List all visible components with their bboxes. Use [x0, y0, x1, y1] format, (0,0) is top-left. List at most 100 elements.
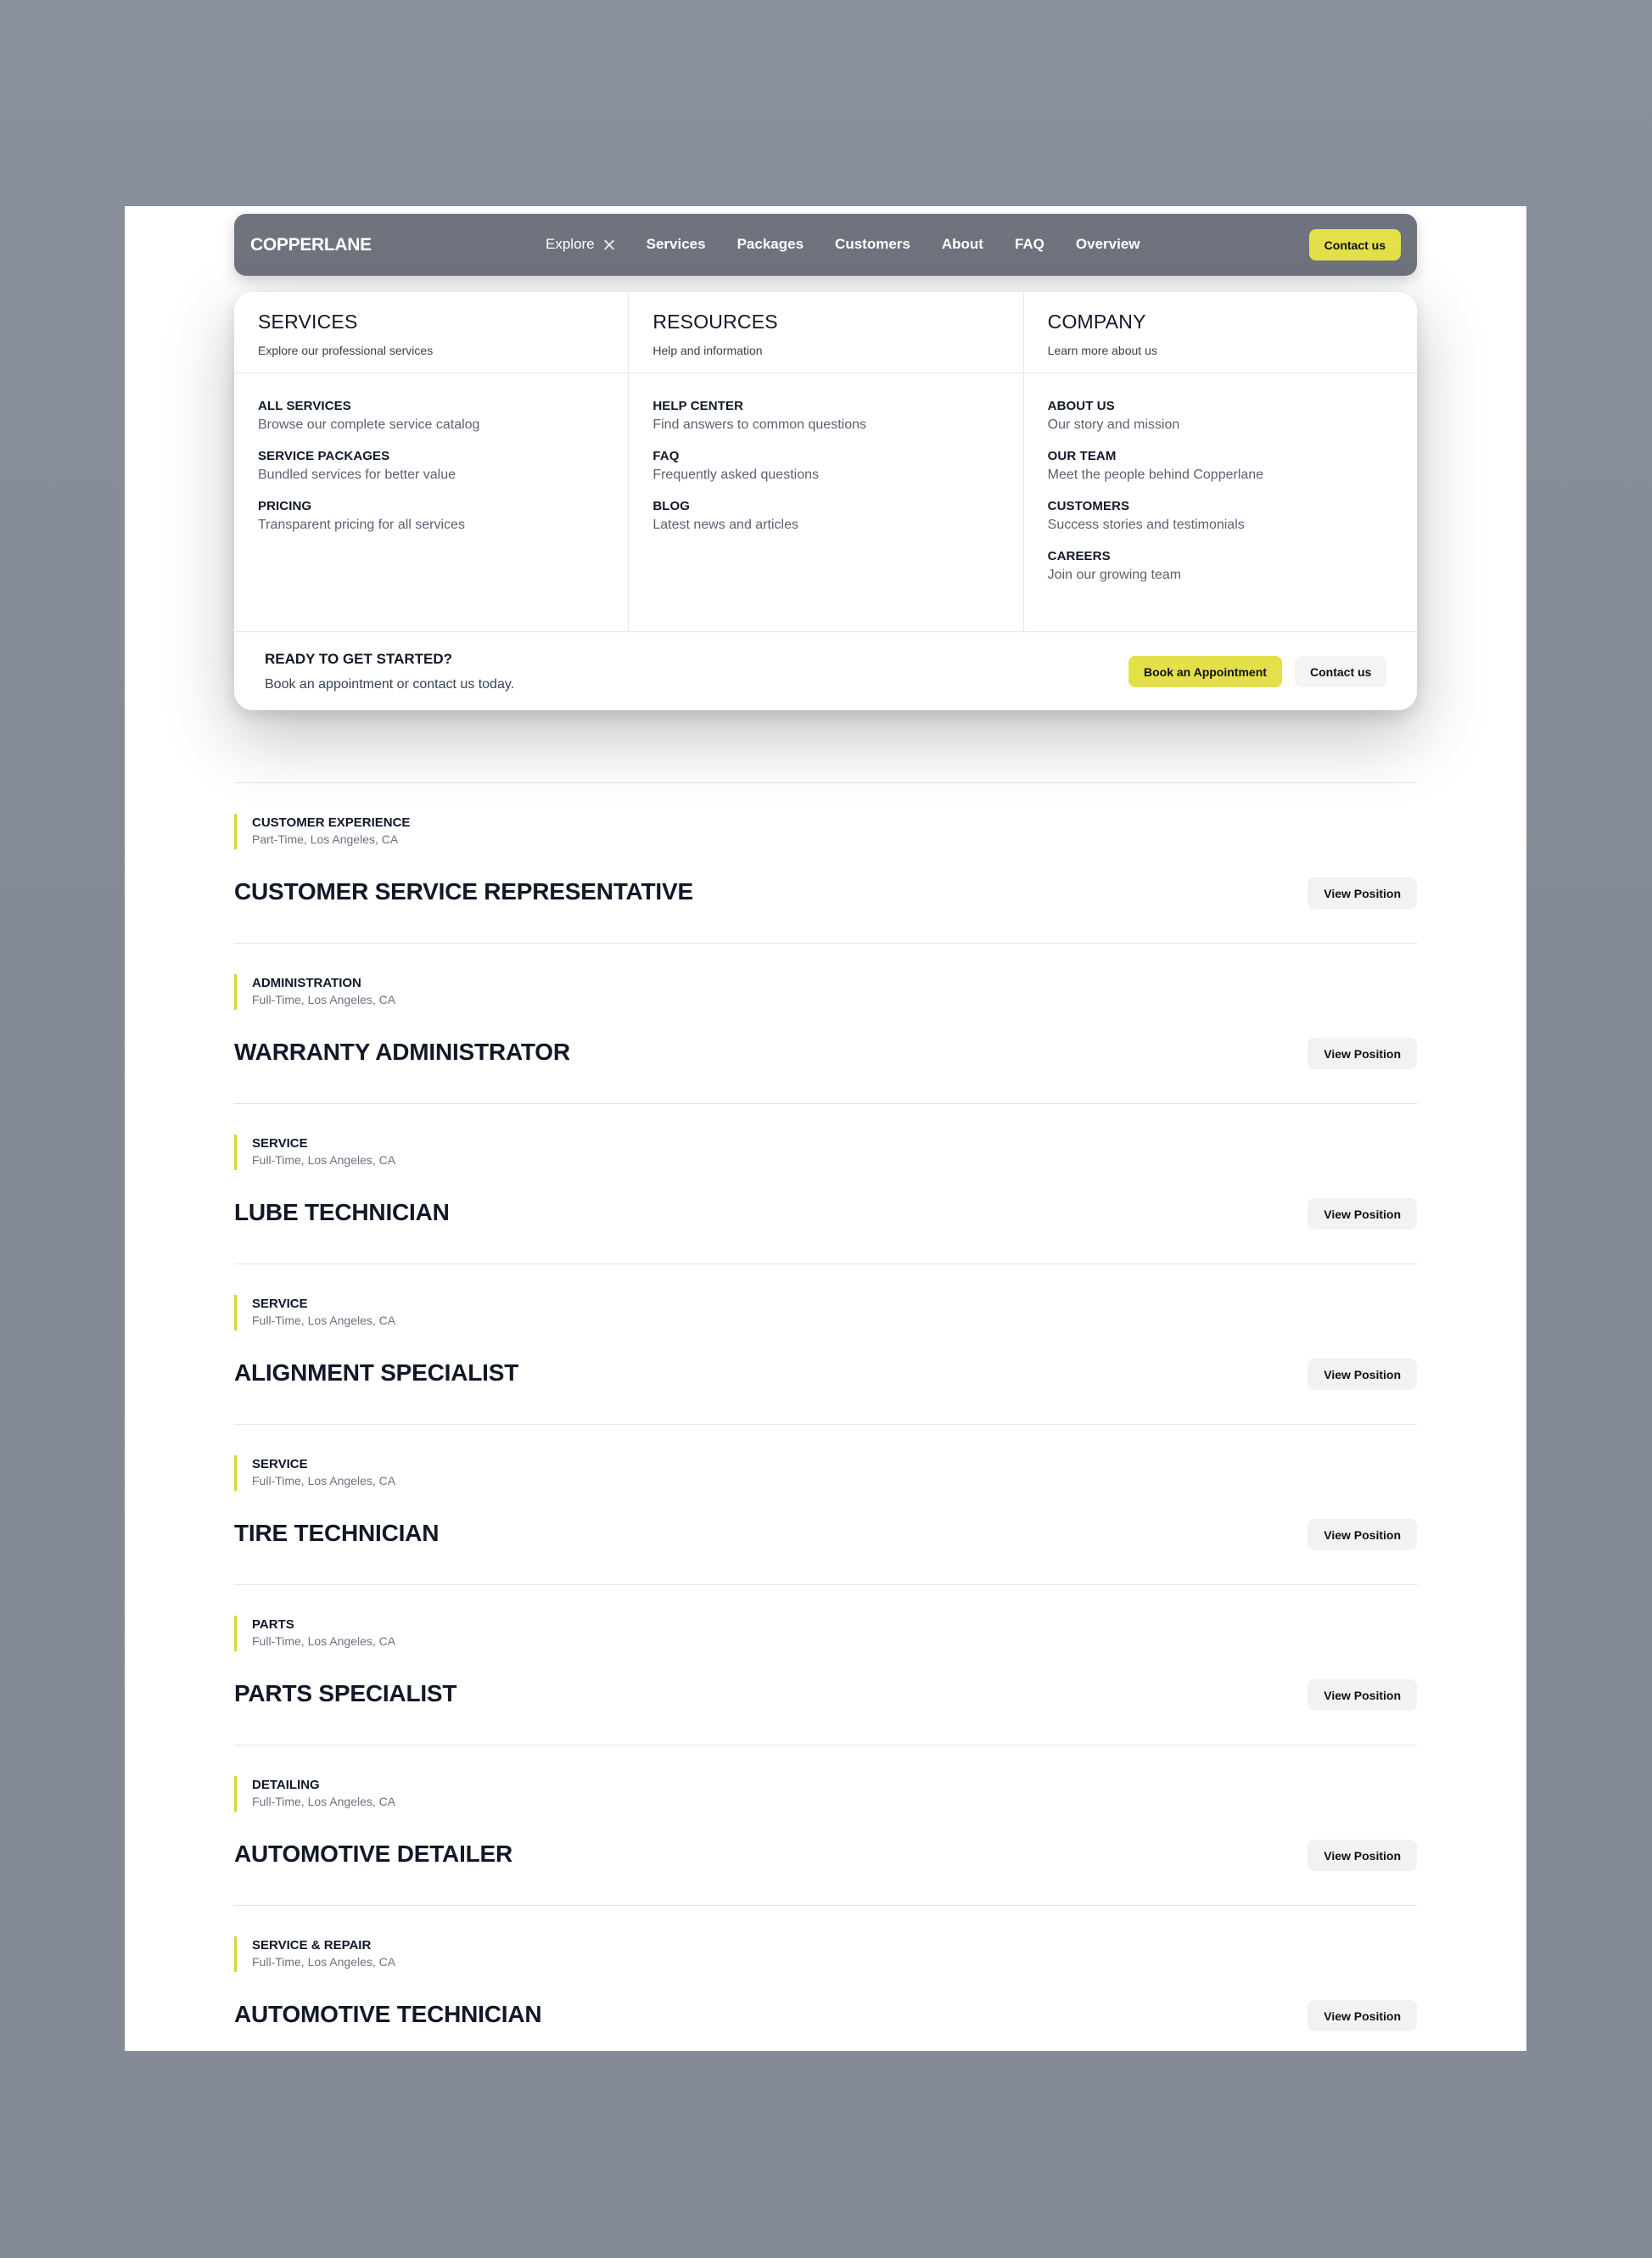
- position-title: WARRANTY ADMINISTRATOR: [234, 1039, 570, 1065]
- nav-about[interactable]: About: [942, 236, 983, 253]
- menu-item-title: ABOUT US: [1047, 399, 1115, 413]
- position-row: CUSTOMER EXPERIENCE Part-Time, Los Angel…: [234, 782, 1417, 943]
- position-meta: SERVICE Full-Time, Los Angeles, CA: [234, 1135, 395, 1170]
- top-navbar: COPPERLANE Explore Services Packages Cus…: [234, 214, 1417, 276]
- menu-item-our-team[interactable]: OUR TEAM Meet the people behind Copperla…: [1048, 449, 1417, 483]
- book-appointment-button[interactable]: Book an Appointment: [1128, 656, 1282, 687]
- menu-item-pricing[interactable]: PRICING Transparent pricing for all serv…: [258, 499, 628, 533]
- dropdown-column-resources: RESOURCES Help and information HELP CENT…: [629, 292, 1024, 631]
- view-position-button[interactable]: View Position: [1308, 1038, 1417, 1069]
- nav-explore-label: Explore: [546, 236, 595, 252]
- menu-item-desc: Browse our complete service catalog: [258, 417, 480, 432]
- position-location: Part-Time, Los Angeles, CA: [252, 832, 399, 846]
- position-location: Full-Time, Los Angeles, CA: [252, 1474, 396, 1488]
- menu-item-desc: Meet the people behind Copperlane: [1047, 468, 1264, 482]
- menu-item-title: SERVICE PACKAGES: [258, 449, 390, 463]
- position-department: DETAILING: [252, 1778, 320, 1792]
- nav-overview[interactable]: Overview: [1076, 236, 1140, 253]
- close-icon[interactable]: [603, 238, 615, 250]
- dropdown-cta-footer: READY TO GET STARTED? Book an appointmen…: [234, 631, 1417, 710]
- menu-item-title: HELP CENTER: [652, 399, 743, 413]
- menu-item-title: PRICING: [258, 499, 312, 513]
- nav-explore[interactable]: Explore: [546, 236, 615, 253]
- position-location: Full-Time, Los Angeles, CA: [252, 1955, 396, 1969]
- view-position-button[interactable]: View Position: [1308, 1519, 1417, 1550]
- menu-item-title: FAQ: [652, 449, 680, 463]
- contact-button[interactable]: Contact us: [1308, 229, 1401, 261]
- menu-item-desc: Success stories and testimonials: [1047, 518, 1245, 532]
- column-title: COMPANY: [1047, 311, 1146, 333]
- menu-item-desc: Frequently asked questions: [652, 468, 819, 482]
- view-position-button[interactable]: View Position: [1308, 2000, 1417, 2031]
- position-row: SERVICE & REPAIR Full-Time, Los Angeles,…: [234, 1905, 1417, 2051]
- nav-faq[interactable]: FAQ: [1015, 236, 1044, 253]
- menu-item-title: ALL SERVICES: [258, 399, 351, 413]
- position-department: CUSTOMER EXPERIENCE: [252, 815, 411, 830]
- dropdown-column-company: COMPANY Learn more about us ABOUT US Our…: [1023, 292, 1417, 631]
- position-meta: SERVICE Full-Time, Los Angeles, CA: [234, 1295, 395, 1331]
- menu-item-service-packages[interactable]: SERVICE PACKAGES Bundled services for be…: [258, 449, 628, 483]
- menu-item-title: CUSTOMERS: [1047, 499, 1130, 513]
- position-title: ALIGNMENT SPECIALIST: [234, 1359, 519, 1386]
- position-title: PARTS SPECIALIST: [234, 1680, 457, 1706]
- position-department: SERVICE: [252, 1136, 308, 1151]
- position-row: SERVICE Full-Time, Los Angeles, CA LUBE …: [234, 1103, 1417, 1263]
- view-position-button[interactable]: View Position: [1308, 1679, 1417, 1711]
- column-title: RESOURCES: [652, 311, 778, 333]
- page-frame: COPPERLANE Explore Services Packages Cus…: [125, 206, 1526, 2051]
- column-subtitle: Explore our professional services: [258, 344, 434, 357]
- menu-item-title: OUR TEAM: [1047, 449, 1117, 463]
- menu-item-help-center[interactable]: HELP CENTER Find answers to common quest…: [652, 399, 1022, 433]
- nav-customers[interactable]: Customers: [835, 236, 910, 253]
- menu-item-about-us[interactable]: ABOUT US Our story and mission: [1048, 399, 1417, 433]
- position-meta: SERVICE Full-Time, Los Angeles, CA: [234, 1455, 395, 1491]
- menu-item-blog[interactable]: BLOG Latest news and articles: [652, 499, 1022, 533]
- column-subtitle: Help and information: [652, 344, 763, 357]
- position-meta: ADMINISTRATION Full-Time, Los Angeles, C…: [234, 974, 395, 1010]
- explore-dropdown: SERVICES Explore our professional servic…: [234, 292, 1417, 710]
- menu-item-desc: Find answers to common questions: [652, 417, 866, 432]
- menu-item-desc: Bundled services for better value: [258, 468, 456, 482]
- menu-item-careers[interactable]: CAREERS Join our growing team: [1048, 549, 1417, 583]
- nav-services[interactable]: Services: [647, 236, 706, 253]
- brand-logo[interactable]: COPPERLANE: [250, 235, 372, 255]
- position-department: ADMINISTRATION: [252, 976, 361, 990]
- menu-item-title: BLOG: [652, 499, 691, 513]
- position-row: ADMINISTRATION Full-Time, Los Angeles, C…: [234, 943, 1417, 1103]
- position-meta: DETAILING Full-Time, Los Angeles, CA: [234, 1776, 395, 1812]
- view-position-button[interactable]: View Position: [1308, 1840, 1417, 1871]
- menu-item-desc: Join our growing team: [1047, 568, 1182, 582]
- position-location: Full-Time, Los Angeles, CA: [252, 1634, 396, 1648]
- nav-links: Explore Services Packages Customers Abou…: [546, 236, 1172, 253]
- menu-item-desc: Transparent pricing for all services: [258, 518, 465, 532]
- cta-title: READY TO GET STARTED?: [265, 651, 453, 667]
- position-department: PARTS: [252, 1617, 294, 1632]
- nav-packages[interactable]: Packages: [737, 236, 804, 253]
- position-row: DETAILING Full-Time, Los Angeles, CA AUT…: [234, 1745, 1417, 1905]
- menu-item-customers[interactable]: CUSTOMERS Success stories and testimonia…: [1048, 499, 1417, 533]
- view-position-button[interactable]: View Position: [1308, 1359, 1417, 1390]
- position-department: SERVICE: [252, 1297, 308, 1311]
- view-position-button[interactable]: View Position: [1308, 877, 1417, 909]
- position-row: PARTS Full-Time, Los Angeles, CA PARTS S…: [234, 1584, 1417, 1745]
- position-department: SERVICE & REPAIR: [252, 1938, 372, 1953]
- position-meta: PARTS Full-Time, Los Angeles, CA: [234, 1616, 395, 1651]
- position-title: AUTOMOTIVE DETAILER: [234, 1841, 513, 1867]
- position-title: TIRE TECHNICIAN: [234, 1520, 440, 1546]
- position-location: Full-Time, Los Angeles, CA: [252, 1795, 396, 1808]
- view-position-button[interactable]: View Position: [1308, 1198, 1417, 1230]
- dropdown-column-services: SERVICES Explore our professional servic…: [234, 292, 630, 631]
- menu-item-faq[interactable]: FAQ Frequently asked questions: [652, 449, 1022, 483]
- column-title: SERVICES: [258, 311, 358, 333]
- position-location: Full-Time, Los Angeles, CA: [252, 993, 396, 1006]
- position-title: CUSTOMER SERVICE REPRESENTATIVE: [234, 878, 693, 905]
- positions-list: CUSTOMER EXPERIENCE Part-Time, Los Angel…: [234, 782, 1417, 2051]
- position-row: SERVICE Full-Time, Los Angeles, CA ALIGN…: [234, 1263, 1417, 1424]
- cta-contact-button[interactable]: Contact us: [1295, 656, 1387, 687]
- menu-item-all-services[interactable]: ALL SERVICES Browse our complete service…: [258, 399, 628, 433]
- menu-item-title: CAREERS: [1047, 549, 1111, 563]
- position-meta: CUSTOMER EXPERIENCE Part-Time, Los Angel…: [234, 814, 410, 849]
- position-department: SERVICE: [252, 1457, 308, 1471]
- position-location: Full-Time, Los Angeles, CA: [252, 1314, 396, 1327]
- position-row: SERVICE Full-Time, Los Angeles, CA TIRE …: [234, 1424, 1417, 1584]
